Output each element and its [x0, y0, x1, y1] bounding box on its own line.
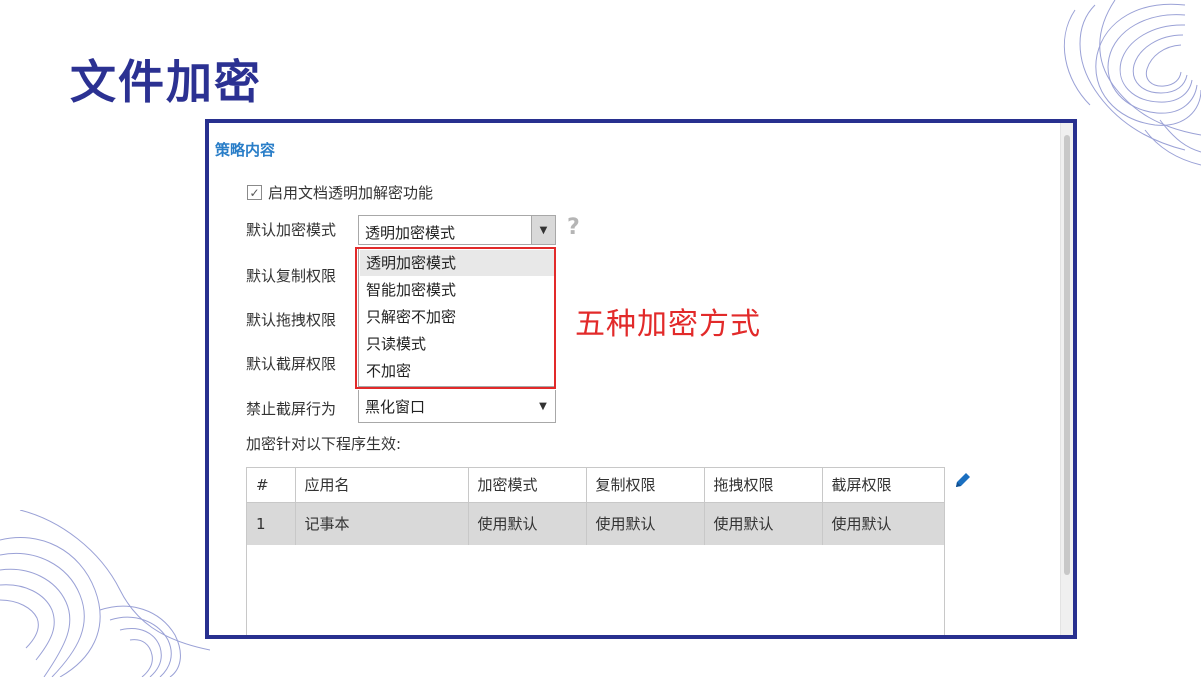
vertical-scrollbar[interactable]: [1060, 123, 1073, 635]
default-drag-permission-label: 默认拖拽权限: [246, 311, 337, 329]
enable-encryption-row[interactable]: ✓ 启用文档透明加解密功能: [247, 182, 433, 203]
policy-screenshot-frame: 策略内容 ✓ 启用文档透明加解密功能 默认加密模式 透明加密模式 ▼ ? 默认复…: [205, 119, 1077, 639]
column-header[interactable]: 拖拽权限: [704, 468, 823, 502]
scrollbar-thumb[interactable]: [1064, 135, 1070, 575]
program-table: # 应用名 加密模式 复制权限 拖拽权限 截屏权限 1 记事本 使用默认 使用默…: [246, 467, 945, 635]
chevron-down-icon[interactable]: ▼: [531, 390, 555, 422]
table-caption: 加密针对以下程序生效:: [246, 435, 402, 453]
dropdown-highlight-box: [355, 247, 556, 389]
block-screenshot-behavior-select[interactable]: 黑化窗口 ▼: [358, 390, 556, 423]
table-row[interactable]: 1 记事本 使用默认 使用默认 使用默认 使用默认: [247, 502, 944, 545]
column-header[interactable]: 应用名: [295, 468, 469, 502]
default-screenshot-permission-label: 默认截屏权限: [246, 355, 337, 373]
column-header[interactable]: 复制权限: [586, 468, 705, 502]
block-screenshot-behavior-value: 黑化窗口: [365, 398, 426, 416]
table-cell: 使用默认: [831, 515, 892, 534]
section-title: 策略内容: [215, 141, 276, 159]
table-cell: 使用默认: [704, 502, 823, 545]
table-cell: 记事本: [295, 502, 469, 545]
bottom-left-contour-decoration: [0, 510, 210, 677]
table-header-row: # 应用名 加密模式 复制权限 拖拽权限 截屏权限: [247, 468, 944, 502]
page-title: 文件加密: [70, 55, 262, 109]
annotation-text: 五种加密方式: [575, 307, 761, 342]
default-encryption-mode-select[interactable]: 透明加密模式 ▼: [358, 215, 556, 245]
block-screenshot-behavior-label: 禁止截屏行为: [246, 400, 337, 418]
column-header[interactable]: 截屏权限: [822, 468, 944, 502]
default-copy-permission-label: 默认复制权限: [246, 267, 337, 285]
enable-encryption-label: 启用文档透明加解密功能: [268, 184, 434, 202]
default-encryption-mode-value: 透明加密模式: [365, 224, 456, 242]
enable-encryption-checkbox[interactable]: ✓: [247, 185, 262, 200]
column-header[interactable]: 加密模式: [468, 468, 587, 502]
question-mark-icon[interactable]: ?: [567, 215, 580, 240]
table-cell: 1: [247, 502, 296, 545]
pencil-icon[interactable]: [953, 470, 973, 490]
column-header[interactable]: #: [247, 468, 296, 502]
chevron-down-icon[interactable]: ▼: [531, 216, 555, 244]
table-cell: 使用默认: [468, 502, 587, 545]
table-cell: 使用默认: [586, 502, 705, 545]
default-encryption-mode-label: 默认加密模式: [246, 221, 337, 239]
